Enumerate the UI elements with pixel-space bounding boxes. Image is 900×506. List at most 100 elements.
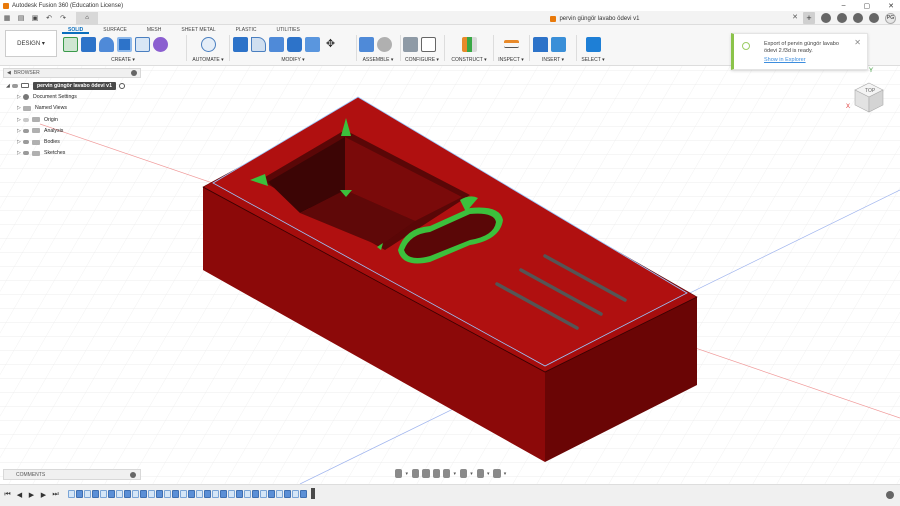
- job-status-icon[interactable]: [837, 13, 847, 23]
- grid-settings-icon[interactable]: [476, 468, 484, 478]
- timeline-body-feature[interactable]: [204, 490, 211, 498]
- timeline-body-feature[interactable]: [284, 490, 291, 498]
- timeline-body-feature[interactable]: [252, 490, 259, 498]
- modify-menu[interactable]: MODIFY ▾: [233, 57, 353, 63]
- minimize-icon[interactable]: –: [842, 2, 846, 9]
- timeline-sketch-feature[interactable]: [292, 490, 299, 498]
- timeline-body-feature[interactable]: [76, 490, 83, 498]
- visibility-eye-icon[interactable]: [23, 151, 29, 156]
- move-icon[interactable]: ✥: [323, 37, 338, 52]
- dropdown-icon[interactable]: ▾: [453, 471, 456, 477]
- hole-icon[interactable]: [117, 36, 132, 52]
- inspect-menu[interactable]: INSPECT ▾: [496, 57, 526, 63]
- undo-icon[interactable]: ↶: [42, 11, 56, 25]
- view-cube[interactable]: TOP: [852, 80, 886, 114]
- step-back-icon[interactable]: ◀: [16, 491, 23, 499]
- timeline-body-feature[interactable]: [124, 490, 131, 498]
- timeline-sketch-feature[interactable]: [148, 490, 155, 498]
- configure-icon[interactable]: [403, 36, 418, 52]
- visibility-eye-icon[interactable]: [23, 140, 29, 145]
- step-forward-icon[interactable]: ▶: [40, 491, 47, 499]
- orbit-icon[interactable]: [395, 468, 403, 478]
- timeline-body-feature[interactable]: [220, 490, 227, 498]
- table-icon[interactable]: [421, 36, 436, 52]
- insert-menu[interactable]: INSERT ▾: [533, 57, 573, 63]
- timeline-body-feature[interactable]: [156, 490, 163, 498]
- measure-icon[interactable]: [503, 40, 519, 48]
- tree-item-analysis[interactable]: ▷ Analysis: [6, 125, 141, 136]
- close-window-icon[interactable]: ✕: [888, 2, 894, 10]
- workspace-switcher[interactable]: DESIGN ▾: [5, 30, 57, 57]
- fit-icon[interactable]: [443, 468, 451, 478]
- select-menu[interactable]: SELECT ▾: [579, 57, 607, 63]
- comments-panel[interactable]: COMMENTS: [3, 469, 141, 480]
- tree-item-origin[interactable]: ▷ Origin: [6, 114, 141, 125]
- extensions-icon[interactable]: [821, 13, 831, 23]
- zoom-icon[interactable]: [432, 468, 441, 478]
- display-settings-icon[interactable]: [459, 468, 468, 478]
- save-icon[interactable]: ▣: [28, 11, 42, 25]
- collapse-arrow-icon[interactable]: ◀: [7, 70, 11, 76]
- user-avatar[interactable]: PG: [885, 12, 896, 24]
- timeline-body-feature[interactable]: [108, 490, 115, 498]
- timeline-settings-icon[interactable]: [886, 491, 894, 499]
- extrude-icon[interactable]: [81, 36, 96, 52]
- tab-surface[interactable]: SURFACE: [97, 25, 133, 34]
- tree-item-document-settings[interactable]: ▷ Document Settings: [6, 91, 141, 102]
- offset-plane-icon[interactable]: [461, 36, 477, 52]
- timeline-sketch-feature[interactable]: [212, 490, 219, 498]
- document-tab[interactable]: pervin güngör lavabo ödevi v1 ✕: [390, 12, 800, 25]
- new-component-icon[interactable]: [359, 36, 374, 52]
- construct-menu[interactable]: CONSTRUCT ▾: [448, 57, 490, 63]
- timeline-sketch-feature[interactable]: [276, 490, 283, 498]
- create-sketch-icon[interactable]: [63, 36, 78, 52]
- timeline-sketch-feature[interactable]: [116, 490, 123, 498]
- pin-icon[interactable]: [131, 70, 137, 76]
- add-comment-icon[interactable]: [130, 472, 136, 478]
- timeline-body-feature[interactable]: [140, 490, 147, 498]
- timeline-body-feature[interactable]: [268, 490, 275, 498]
- tab-utilities[interactable]: UTILITIES: [270, 25, 305, 34]
- insert-derive-icon[interactable]: [533, 36, 548, 52]
- dropdown-icon[interactable]: ▾: [504, 471, 507, 477]
- timeline-body-feature[interactable]: [188, 490, 195, 498]
- look-at-icon[interactable]: [411, 468, 420, 478]
- go-to-end-icon[interactable]: ⏭: [52, 491, 59, 498]
- pan-icon[interactable]: [422, 468, 430, 478]
- timeline-sketch-feature[interactable]: [68, 490, 75, 498]
- revolve-icon[interactable]: [99, 36, 114, 52]
- timeline-sketch-feature[interactable]: [196, 490, 203, 498]
- app-grid-icon[interactable]: ▦: [0, 11, 14, 25]
- dropdown-icon[interactable]: ▾: [405, 471, 408, 477]
- timeline-sketch-feature[interactable]: [228, 490, 235, 498]
- browser-panel-header[interactable]: ◀ BROWSER: [3, 68, 141, 78]
- timeline-body-feature[interactable]: [172, 490, 179, 498]
- fillet-icon[interactable]: [251, 36, 266, 52]
- assemble-menu[interactable]: ASSEMBLE ▾: [359, 57, 397, 63]
- press-pull-icon[interactable]: [233, 36, 248, 52]
- tree-root[interactable]: ◢ pervin güngör lavabo ödevi v1: [6, 80, 141, 91]
- activate-radio-icon[interactable]: [118, 82, 125, 89]
- tree-item-named-views[interactable]: ▷ Named Views: [6, 103, 141, 114]
- select-cursor-icon[interactable]: [585, 36, 601, 52]
- visibility-eye-icon[interactable]: [23, 128, 29, 133]
- new-tab-button[interactable]: +: [803, 12, 815, 24]
- close-tab-icon[interactable]: ✕: [792, 13, 798, 21]
- visibility-eye-icon[interactable]: [12, 83, 18, 88]
- joint-icon[interactable]: [377, 36, 392, 52]
- tab-mesh[interactable]: MESH: [141, 25, 167, 34]
- home-icon[interactable]: ⌂: [76, 11, 98, 25]
- automate-icon[interactable]: [200, 36, 216, 52]
- timeline-body-feature[interactable]: [300, 490, 307, 498]
- configure-menu[interactable]: CONFIGURE ▾: [403, 57, 441, 63]
- timeline-sketch-feature[interactable]: [260, 490, 267, 498]
- create-menu[interactable]: CREATE ▾: [63, 57, 183, 63]
- form-icon[interactable]: [153, 36, 168, 52]
- visibility-eye-icon[interactable]: [23, 117, 29, 122]
- tab-plastic[interactable]: PLASTIC: [230, 25, 263, 34]
- play-icon[interactable]: ▶: [28, 491, 35, 499]
- pattern-icon[interactable]: [135, 36, 150, 52]
- timeline-sketch-feature[interactable]: [100, 490, 107, 498]
- restore-icon[interactable]: ▢: [864, 2, 871, 10]
- insert-image-icon[interactable]: [551, 36, 566, 52]
